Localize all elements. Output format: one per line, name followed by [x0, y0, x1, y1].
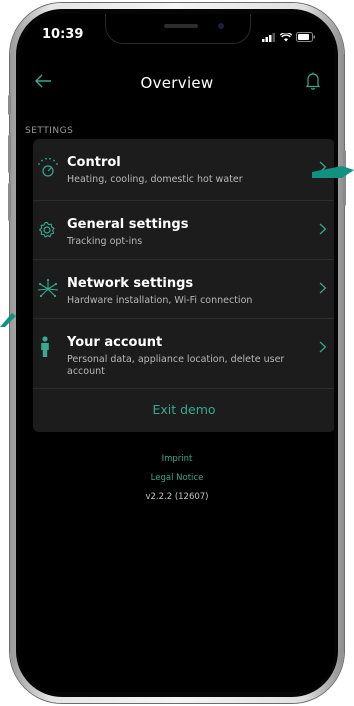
status-icons: [262, 27, 316, 46]
camera: [218, 23, 224, 29]
settings-item-subtitle: Heating, cooling, domestic hot water: [67, 174, 243, 185]
nav-header: Overview: [20, 64, 334, 104]
chevron-right-icon: [319, 341, 327, 357]
page-title: Overview: [140, 74, 214, 92]
status-time: 10:39: [42, 27, 84, 42]
settings-item-subtitle: Hardware installation, Wi-Fi connection: [67, 295, 253, 306]
settings-item-control[interactable]: Control Heating, cooling, domestic hot w…: [33, 139, 334, 201]
notch: [105, 14, 251, 44]
chevron-right-icon: [319, 282, 327, 298]
control-dial-icon: [37, 157, 59, 183]
bell-icon[interactable]: [305, 72, 321, 94]
gear-icon: [37, 219, 57, 243]
settings-item-label: Network settings: [67, 276, 194, 291]
signal-icon: [262, 27, 276, 46]
person-icon: [39, 336, 51, 362]
settings-card: Control Heating, cooling, domestic hot w…: [33, 139, 334, 432]
section-label: SETTINGS: [25, 126, 74, 136]
settings-item-label: General settings: [67, 217, 189, 232]
network-icon: [37, 278, 59, 304]
battery-icon: [296, 27, 316, 46]
settings-item-account[interactable]: Your account Personal data, appliance lo…: [33, 319, 334, 389]
settings-item-general[interactable]: General settings Tracking opt-ins: [33, 201, 334, 260]
settings-item-label: Your account: [67, 335, 163, 350]
settings-item-network[interactable]: Network settings Hardware installation, …: [33, 260, 334, 319]
volume-up-button: [8, 135, 11, 173]
imprint-link[interactable]: Imprint: [20, 454, 334, 464]
version-label: v2.2.2 (12607): [145, 492, 209, 502]
settings-item-label: Control: [67, 155, 121, 170]
mute-switch: [8, 95, 11, 115]
settings-item-subtitle: Personal data, appliance location, delet…: [67, 354, 285, 377]
settings-item-subtitle: Tracking opt-ins: [67, 236, 143, 247]
chevron-right-icon: [319, 223, 327, 239]
volume-down-button: [8, 183, 11, 221]
pointer-arrow-right: [312, 166, 354, 192]
app-screen: 10:39 Overview SETTINGS Control Heating,…: [20, 14, 334, 692]
exit-demo-button[interactable]: Exit demo: [33, 389, 334, 431]
pointer-arrow-left: [0, 312, 16, 331]
legal-notice-link[interactable]: Legal Notice: [20, 473, 334, 483]
wifi-icon: [279, 27, 293, 46]
speaker: [164, 24, 198, 28]
